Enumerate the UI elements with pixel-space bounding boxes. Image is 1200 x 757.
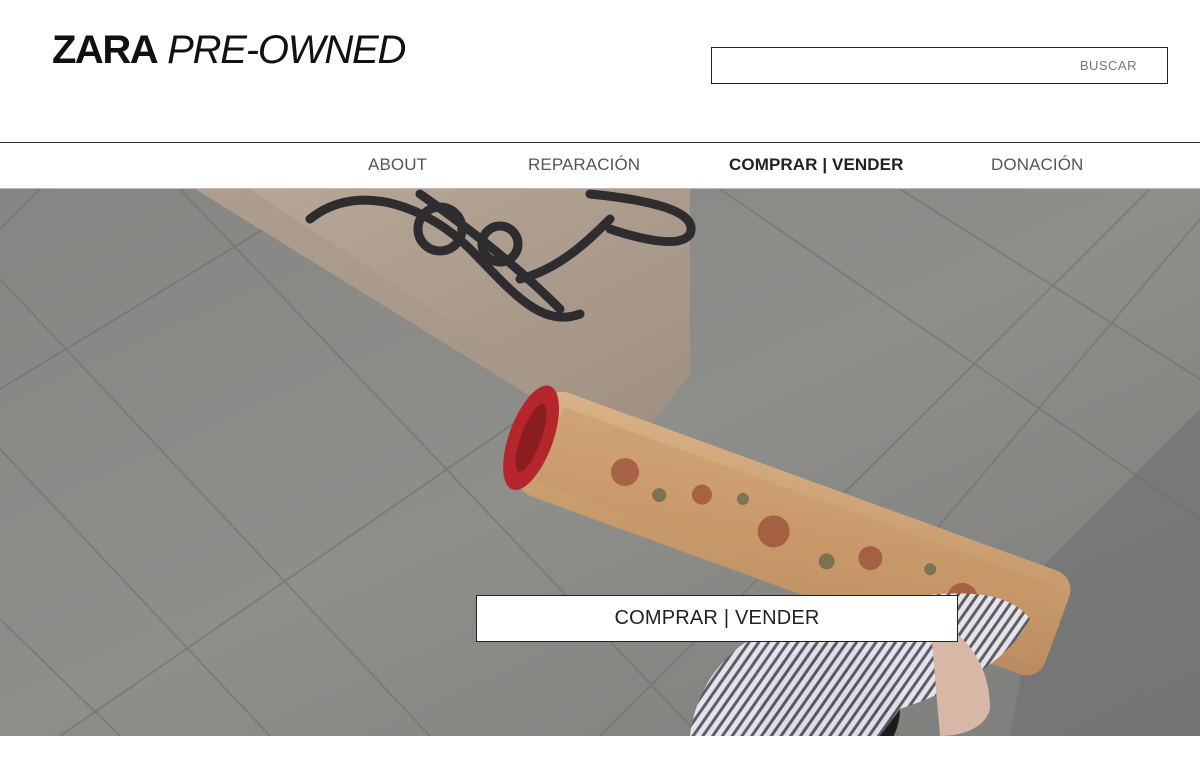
logo-subtitle: PRE-OWNED — [167, 28, 406, 72]
hero-image — [0, 189, 1200, 736]
logo-brand: ZARA — [52, 28, 159, 72]
nav-item-about[interactable]: ABOUT — [368, 143, 427, 187]
search-box: BUSCAR — [711, 47, 1168, 84]
page: ZARA PRE-OWNED BUSCAR ABOUT REPARACIÓN CO… — [0, 0, 1200, 757]
logo[interactable]: ZARA PRE-OWNED — [52, 28, 406, 72]
nav-item-donacion[interactable]: DONACIÓN — [991, 143, 1083, 187]
hero-banner: COMPRAR | VENDER — [0, 189, 1200, 736]
search-input[interactable] — [712, 48, 1070, 83]
main-nav: ABOUT REPARACIÓN COMPRAR | VENDER DONACI… — [0, 142, 1200, 189]
search-button[interactable]: BUSCAR — [1070, 48, 1167, 83]
header: ZARA PRE-OWNED BUSCAR — [0, 0, 1200, 142]
nav-item-reparacion[interactable]: REPARACIÓN — [528, 143, 640, 187]
nav-item-comprar-vender[interactable]: COMPRAR | VENDER — [729, 143, 903, 187]
hero-comprar-vender-button[interactable]: COMPRAR | VENDER — [476, 595, 958, 642]
